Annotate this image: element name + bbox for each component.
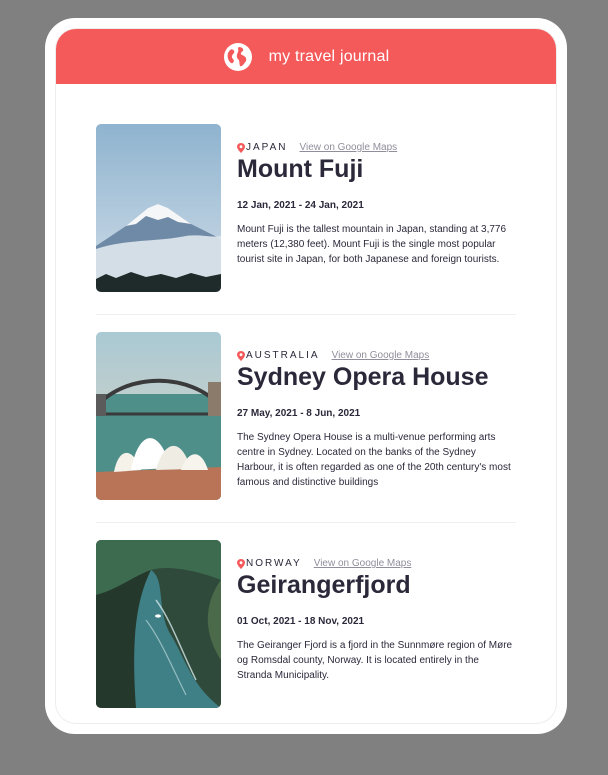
app-title: my travel journal [268,47,390,65]
entry-photo-mount-fuji [96,124,221,292]
entry-description: The Geiranger Fjord is a fjord in the Su… [237,640,513,681]
location-pin-icon [237,142,245,153]
entry-country: AUSTRALIA [246,350,320,361]
google-maps-link[interactable]: View on Google Maps [314,558,412,569]
entry-photo-sydney-opera-house [96,332,221,500]
entry-location: NORWAY View on Google Maps [237,558,516,569]
entry-title: Geirangerfjord [237,571,411,599]
location-pin-icon [237,558,245,569]
entry-country: NORWAY [246,558,302,569]
entry-info: AUSTRALIA View on Google Maps Sydney Ope… [237,332,516,500]
google-maps-link[interactable]: View on Google Maps [332,350,430,361]
entry-dates: 27 May, 2021 - 8 Jun, 2021 [237,408,361,419]
app-card: my travel journal JAPAN View on Google M… [56,29,556,723]
entry-title: Sydney Opera House [237,363,489,391]
journal-entry: NORWAY View on Google Maps Geirangerfjor… [96,540,516,723]
entry-info: NORWAY View on Google Maps Geirangerfjor… [237,540,516,708]
app-header: my travel journal [56,29,556,84]
entry-dates: 01 Oct, 2021 - 18 Nov, 2021 [237,616,365,627]
entry-description: Mount Fuji is the tallest mountain in Ja… [237,224,507,265]
globe-icon [223,42,253,72]
entry-title: Mount Fuji [237,155,364,183]
location-pin-icon [237,350,245,361]
journal-entry: AUSTRALIA View on Google Maps Sydney Ope… [96,332,516,523]
device-frame: my travel journal JAPAN View on Google M… [45,18,567,734]
entry-dates: 12 Jan, 2021 - 24 Jan, 2021 [237,200,364,211]
entry-country: JAPAN [246,142,288,153]
entry-location: AUSTRALIA View on Google Maps [237,350,516,361]
entry-info: JAPAN View on Google Maps Mount Fuji 12 … [237,124,516,292]
entry-description: The Sydney Opera House is a multi-venue … [237,432,511,488]
google-maps-link[interactable]: View on Google Maps [300,142,398,153]
entry-photo-geirangerfjord [96,540,221,708]
entry-location: JAPAN View on Google Maps [237,142,516,153]
journal-list: JAPAN View on Google Maps Mount Fuji 12 … [96,124,516,723]
journal-entry: JAPAN View on Google Maps Mount Fuji 12 … [96,124,516,315]
